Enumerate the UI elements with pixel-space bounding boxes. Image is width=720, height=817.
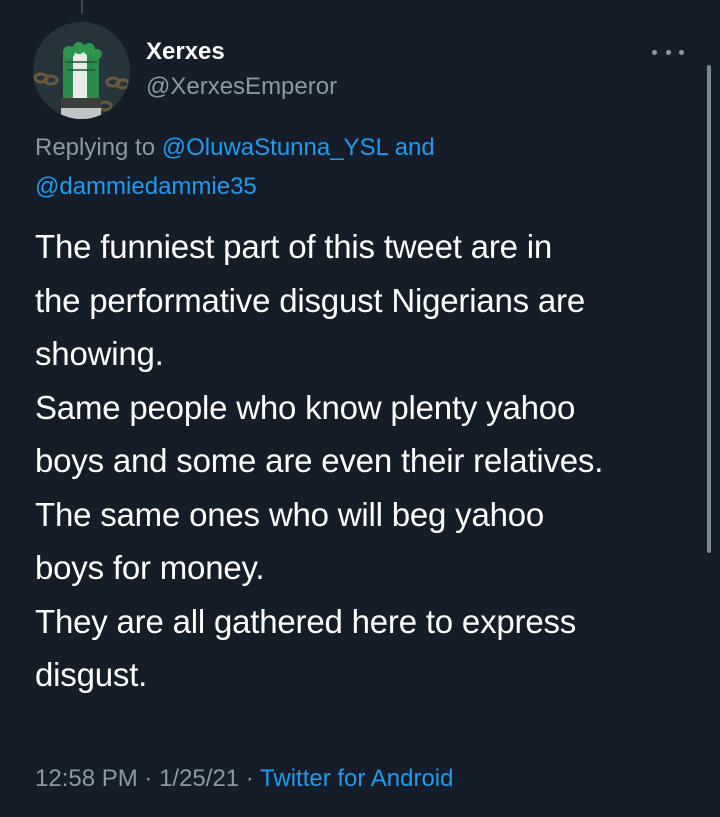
tweet-line: They are all gathered here to express: [35, 602, 577, 640]
meta-separator: ·: [137, 765, 160, 792]
replying-to: Replying to @OluwaStunna_YSL and @dammied…: [35, 128, 675, 206]
reply-mention-dammiedammie[interactable]: @dammiedammie35: [35, 173, 257, 200]
author-name[interactable]: Xerxes: [146, 38, 225, 66]
more-dot: [679, 49, 684, 55]
tweet-line: The same ones who will beg yahoo: [35, 495, 545, 533]
tweet-line: boys for money.: [35, 549, 265, 586]
more-options-icon[interactable]: [652, 44, 684, 60]
tweet-line: Same people who know plenty yahoo: [35, 388, 576, 426]
meta-separator: ·: [239, 765, 261, 792]
tweet-time[interactable]: 12:58 PM: [35, 765, 138, 792]
reply-mention-and: and: [388, 134, 435, 161]
author-handle[interactable]: @XerxesEmperor: [146, 72, 337, 102]
reply-mention-oluwastunna[interactable]: @OluwaStunna_YSL: [162, 134, 388, 161]
replying-to-prefix: Replying to: [35, 134, 162, 161]
avatar[interactable]: [33, 22, 130, 119]
thread-connector-line: [81, 0, 83, 14]
tweet-line: showing.: [35, 335, 164, 372]
tweet-text: The funniest part of this tweet are in t…: [35, 220, 700, 702]
tweet-line: disgust.: [35, 656, 148, 693]
tweet-source-link[interactable]: Twitter for Android: [260, 765, 453, 792]
more-dot: [665, 49, 671, 55]
tweet-line: boys and some are even their relatives.: [35, 442, 604, 479]
tweet-line: the performative disgust Nigerians are: [35, 281, 586, 319]
tweet-line: The funniest part of this tweet are in: [35, 228, 553, 265]
avatar-image: [33, 22, 130, 119]
tweet-metadata: 12:58 PM · 1/25/21 · Twitter for Android: [35, 763, 453, 795]
more-dot: [652, 49, 657, 55]
scrollbar[interactable]: [707, 65, 711, 553]
tweet-date[interactable]: 1/25/21: [159, 765, 239, 792]
